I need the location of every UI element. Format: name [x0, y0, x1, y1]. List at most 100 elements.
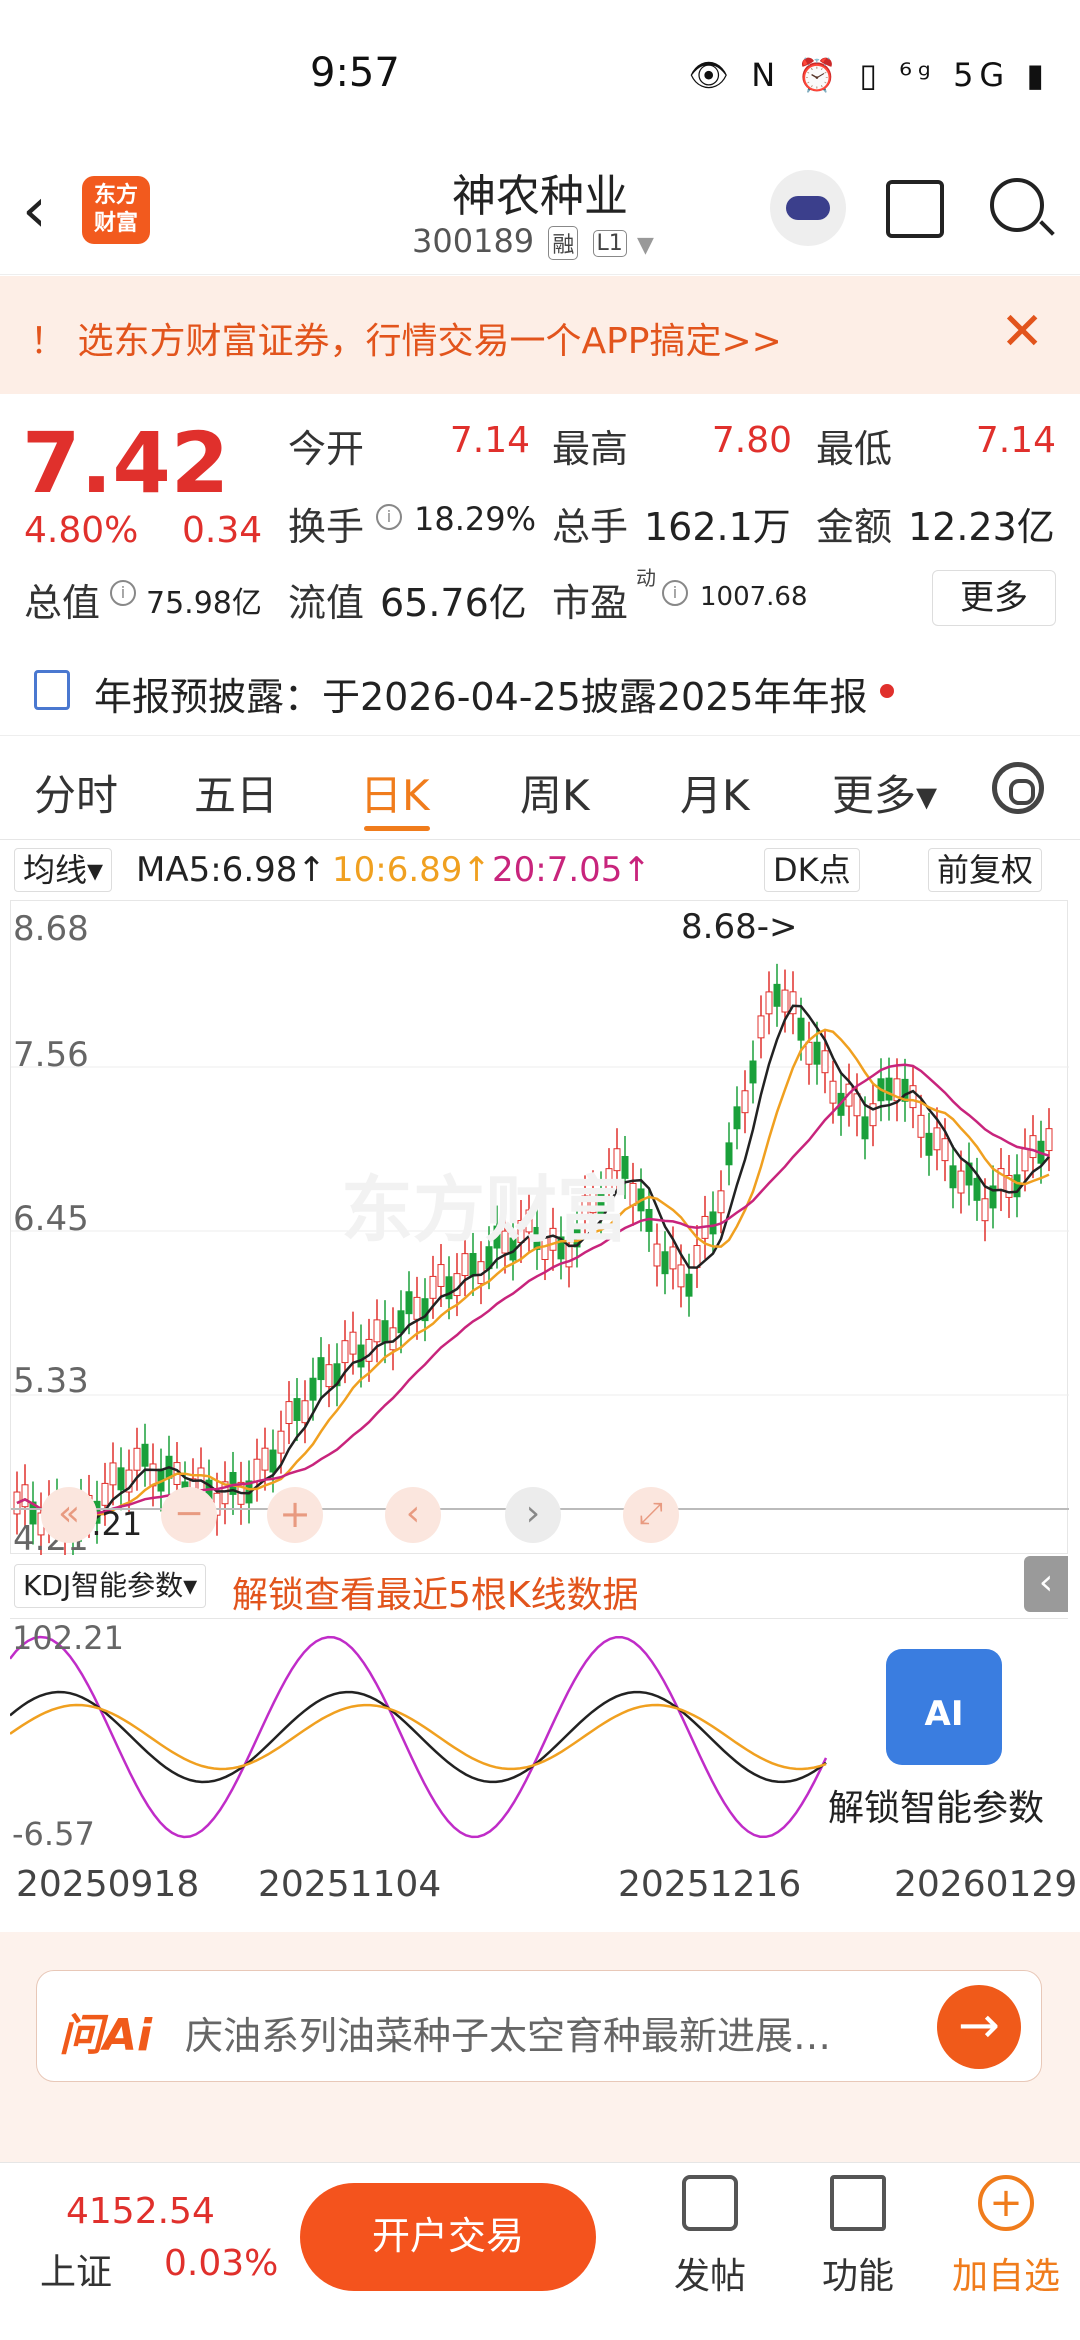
- candle-body: [757, 1015, 765, 1039]
- candle-body: [773, 983, 781, 1007]
- arrow-right-icon[interactable]: →: [937, 1985, 1021, 2069]
- high-label: 最高: [552, 427, 629, 471]
- float-label: 流值: [288, 581, 365, 625]
- tab-more[interactable]: 更多▾: [832, 762, 937, 823]
- candle-body: [1013, 1174, 1021, 1198]
- date-label: 20251216: [618, 1864, 802, 1905]
- tab-monthly-k[interactable]: 月K: [680, 762, 750, 823]
- collapse-panel-icon[interactable]: ‹: [1024, 1556, 1068, 1612]
- tab-five-day[interactable]: 五日: [194, 762, 278, 823]
- candle-body: [917, 1114, 925, 1138]
- candle-body: [253, 1458, 261, 1482]
- change-percent: 4.80%: [24, 510, 139, 551]
- candle-body: [277, 1430, 285, 1454]
- candle-body: [957, 1170, 965, 1194]
- next-icon[interactable]: ›: [505, 1487, 561, 1543]
- unlock-param-label[interactable]: 解锁智能参数: [828, 1779, 1044, 1831]
- high-value: 7.80: [711, 420, 792, 461]
- adjust-select[interactable]: 前复权: [928, 848, 1043, 892]
- y-label: 7.56: [13, 1035, 89, 1075]
- candle-body: [349, 1331, 357, 1355]
- kdj-y-top: 102.21: [12, 1619, 124, 1657]
- candle-body: [709, 1211, 717, 1235]
- watchlist-label[interactable]: 加自选: [952, 2247, 1060, 2299]
- ma10-value: 10:6.89↑: [332, 850, 491, 890]
- candle-body: [685, 1273, 693, 1297]
- rewind-icon[interactable]: «: [41, 1487, 97, 1543]
- candle-body: [285, 1401, 293, 1425]
- ma20-value: 20:7.05↑: [492, 850, 651, 890]
- date-label: 20250918: [16, 1864, 200, 1905]
- post-icon[interactable]: [682, 2175, 738, 2231]
- close-icon[interactable]: ✕: [1000, 302, 1044, 362]
- more-button[interactable]: 更多: [932, 570, 1056, 626]
- candle-body: [829, 1080, 837, 1104]
- share-icon[interactable]: [886, 180, 944, 238]
- candle-body: [101, 1482, 109, 1506]
- dropdown-icon: ▼: [636, 233, 654, 258]
- search-icon[interactable]: [990, 178, 1044, 232]
- kdj-select[interactable]: KDJ智能参数▾: [14, 1564, 207, 1608]
- open-label: 今开: [288, 427, 365, 471]
- annual-report-notice[interactable]: 年报预披露：于2026-04-25披露2025年年报: [0, 644, 1080, 736]
- function-label[interactable]: 功能: [822, 2247, 894, 2299]
- candle-body: [453, 1273, 461, 1297]
- candle-body: [717, 1190, 725, 1214]
- function-grid-icon[interactable]: [830, 2175, 886, 2231]
- kdj-chart[interactable]: 102.21 -6.57 AI 解锁智能参数: [9, 1618, 1068, 1854]
- float-value: 65.76亿: [380, 581, 527, 625]
- gear-icon[interactable]: [992, 762, 1044, 814]
- volume-value: 162.1万: [644, 505, 791, 549]
- ai-param-icon[interactable]: AI: [886, 1649, 1002, 1765]
- ai-assistant-icon[interactable]: [770, 170, 846, 246]
- quote-panel: 7.42 4.80% 0.34 今开 7.14 最高 7.80 最低 7.14 …: [0, 394, 1080, 644]
- candle-body: [301, 1400, 309, 1424]
- tab-weekly-k[interactable]: 周K: [520, 762, 590, 823]
- candle-body: [1021, 1148, 1029, 1172]
- candle-body: [629, 1182, 637, 1206]
- index-percent[interactable]: 0.03%: [164, 2243, 278, 2284]
- stock-code-row[interactable]: 300189 融 L1 ▼: [412, 222, 654, 260]
- zoom-out-icon[interactable]: −: [161, 1487, 217, 1543]
- info-icon[interactable]: i: [110, 580, 136, 606]
- kdj-y-bottom: -6.57: [12, 1815, 95, 1853]
- y-label-top: 8.68: [13, 909, 89, 949]
- zoom-in-icon[interactable]: +: [267, 1487, 323, 1543]
- kdj-unlock-link[interactable]: 解锁查看最近5根K线数据: [232, 1566, 639, 1618]
- candle-body: [261, 1447, 269, 1471]
- fullscreen-icon[interactable]: ⤢: [623, 1487, 679, 1543]
- dk-point-button[interactable]: DK点: [764, 848, 860, 892]
- add-watchlist-icon[interactable]: +: [978, 2175, 1034, 2231]
- info-icon[interactable]: i: [376, 504, 402, 530]
- candle-body: [293, 1398, 301, 1421]
- candle-body: [357, 1344, 365, 1368]
- candle-body: [405, 1291, 413, 1315]
- ma-mode-select[interactable]: 均线▾: [14, 848, 113, 892]
- post-label[interactable]: 发帖: [674, 2247, 746, 2299]
- open-value: 7.14: [449, 420, 530, 461]
- candle-body: [765, 991, 773, 1015]
- index-name[interactable]: 上证: [40, 2243, 112, 2295]
- index-value[interactable]: 4152.54: [66, 2191, 215, 2232]
- y-label: 5.33: [13, 1361, 89, 1401]
- status-bar: 9:57 👁 N ⏰ ▯ ⁶ᵍ 5G ▮: [0, 0, 1080, 150]
- amount-value: 12.23亿: [908, 505, 1055, 549]
- candle-body: [909, 1085, 917, 1109]
- prev-icon[interactable]: ‹: [385, 1487, 441, 1543]
- high-marker: 8.68->: [681, 907, 798, 947]
- ai-question-bar[interactable]: 问Ai 庆油系列油菜种子太空育种最新进展… →: [36, 1970, 1042, 2082]
- change-amount: 0.34: [182, 510, 263, 551]
- candlestick-chart[interactable]: 东方财富 8.68 7.56 6.45 5.33 4.21 8.68-> 4.2…: [10, 900, 1069, 1561]
- candle-body: [469, 1252, 477, 1276]
- margin-tag: 融: [548, 226, 579, 260]
- promo-banner[interactable]: ！ 选东方财富证券，行情交易一个APP搞定>> ✕: [0, 276, 1080, 394]
- candle-body: [309, 1377, 317, 1401]
- y-label: 6.45: [13, 1199, 89, 1239]
- stock-header: ‹ 东方 财富 神农种业 300189 融 L1 ▼: [0, 150, 1080, 275]
- candle-body: [429, 1275, 437, 1299]
- tab-daily-k[interactable]: 日K: [360, 762, 430, 823]
- tab-intraday[interactable]: 分时: [34, 762, 118, 823]
- trade-button[interactable]: 开户交易: [300, 2183, 596, 2291]
- info-icon[interactable]: i: [662, 580, 688, 606]
- candle-body: [1029, 1135, 1037, 1159]
